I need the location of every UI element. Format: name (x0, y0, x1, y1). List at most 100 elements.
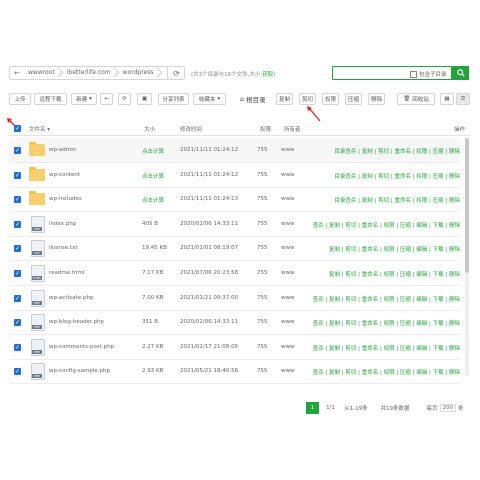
row-actions[interactable]: 目录查杀 | 复制 | 剪切 | 重命名 | 权限 | 压缩 | 删除 (334, 147, 460, 155)
file-mtime: 2021/02/17 21:08:05 (180, 343, 239, 350)
search-button[interactable] (452, 66, 469, 80)
row-checkbox[interactable]: ✓ (14, 196, 21, 204)
table-row[interactable]: ✓ PHP wp-activate.php 7.00 KB 2021/01/21… (9, 286, 460, 311)
row-checkbox[interactable]: ✓ (14, 294, 21, 302)
row-checkbox[interactable]: ✓ (14, 270, 21, 277)
file-name[interactable]: wp-admin (49, 147, 76, 153)
file-name[interactable]: index.php (49, 221, 76, 227)
header-owner: 所有者 (284, 127, 301, 133)
favorites-dropdown-button[interactable]: 收藏夹 ▾ (193, 93, 226, 105)
table-row[interactable]: ✓ TXT license.txt 19.45 KB 2021/01/01 08… (9, 236, 460, 262)
file-mtime: 2021/05/21 18:40:56 (180, 368, 239, 375)
row-actions[interactable]: 查杀 | 复制 | 剪切 | 重命名 | 权限 | 压缩 | 编辑 | 下载 |… (313, 344, 460, 352)
header-mtime[interactable]: 修改时间 (180, 125, 202, 133)
file-mtime: 2021/11/11 01:24:13 (180, 196, 239, 203)
table-row[interactable]: ✓ PHP wp-comments-post.php 2.27 KB 2021/… (9, 335, 460, 360)
file-name[interactable]: wp-config-sample.php (49, 368, 110, 374)
back-icon[interactable]: ← (100, 93, 113, 105)
header-name[interactable]: 文件名 ▾ (29, 125, 50, 133)
file-icon: PHP (31, 338, 45, 356)
directory-summary: (共3个目录与16个文件,大小:获取) (191, 72, 276, 78)
folder-icon (29, 166, 45, 181)
terminal-icon[interactable]: ▣ (137, 93, 152, 105)
file-size[interactable]: 点击计算 (142, 172, 164, 180)
file-size[interactable]: 点击计算 (142, 196, 164, 204)
file-icon: PHP (31, 289, 45, 307)
scrollbar-thumb[interactable] (465, 138, 469, 273)
list-view-icon[interactable]: ☰ (456, 93, 470, 105)
row-actions[interactable]: 复制 | 剪切 | 重命名 | 权限 | 压缩 | 编辑 | 下载 | 删除 (329, 270, 460, 278)
file-perm: 755 (257, 245, 268, 252)
row-checkbox[interactable]: ✓ (14, 220, 21, 228)
checkbox-icon[interactable] (410, 70, 417, 78)
table-row[interactable]: ✓ wp-includes 点击计算 2021/11/11 01:24:13 7… (9, 187, 460, 213)
permission-button[interactable]: 权限 (322, 93, 339, 105)
root-dir-button[interactable]: ⌂ 根目录 (240, 94, 266, 104)
file-name[interactable]: wp-blog-header.php (49, 319, 104, 325)
file-owner: www (281, 294, 295, 301)
row-actions[interactable]: 目录查杀 | 复制 | 剪切 | 重命名 | 权限 | 压缩 | 删除 (334, 196, 460, 204)
delete-button[interactable]: 删除 (368, 93, 385, 105)
upload-button[interactable]: 上传 (9, 93, 31, 105)
page-current[interactable]: 1 (306, 402, 319, 414)
refresh-path-icon[interactable]: ⟳ (167, 66, 185, 80)
share-list-button[interactable]: 分享列表 (158, 93, 189, 105)
file-icon: PHP (31, 215, 45, 233)
get-size-link[interactable]: 获取 (262, 72, 273, 78)
file-owner: www (281, 196, 295, 203)
table-row[interactable]: ✓ PHP wp-config-sample.php 2.93 KB 2021/… (9, 359, 460, 385)
file-name[interactable]: wp-comments-post.php (49, 344, 114, 350)
recycle-bin-button[interactable]: 🗑 回收站 (397, 93, 435, 105)
row-actions[interactable]: 查杀 | 复制 | 剪切 | 重命名 | 权限 | 压缩 | 编辑 | 下载 |… (313, 368, 460, 376)
file-name[interactable]: readme.html (49, 270, 84, 276)
grid-view-icon[interactable]: ▦ (440, 93, 454, 105)
file-mtime: 2021/01/21 09:37:00 (180, 294, 239, 301)
file-icon: PHP (31, 314, 45, 332)
file-name[interactable]: wp-includes (49, 196, 82, 202)
row-checkbox[interactable]: ✓ (14, 147, 21, 154)
row-actions[interactable]: 查杀 | 复制 | 剪切 | 重命名 | 权限 | 压缩 | 编辑 | 下载 |… (313, 295, 460, 303)
copy-button[interactable]: 复制 (276, 93, 293, 105)
file-size[interactable]: 点击计算 (142, 147, 164, 155)
row-checkbox[interactable]: ✓ (14, 319, 21, 327)
file-owner: www (281, 245, 295, 252)
table-row[interactable]: ✓ PHP wp-blog-header.php 351 B 2020/02/0… (9, 310, 460, 336)
row-checkbox[interactable]: ✓ (14, 343, 21, 351)
refresh-icon[interactable]: ⟳ (118, 93, 131, 105)
search-icon (456, 69, 465, 77)
select-all-checkbox[interactable]: ✓ (14, 125, 21, 132)
row-actions[interactable]: 复制 | 剪切 | 重命名 | 权限 | 压缩 | 编辑 | 下载 | 删除 (329, 245, 460, 253)
back-icon[interactable]: ← (10, 67, 24, 79)
row-checkbox[interactable]: ✓ (14, 171, 21, 179)
breadcrumb-wwwroot[interactable]: wwwroot (24, 67, 63, 79)
path-bar[interactable]: ← wwwroot ibetterlife.com wordpress (9, 66, 185, 80)
file-owner: www (281, 147, 295, 153)
compress-button[interactable]: 压缩 (345, 93, 362, 105)
page-of: 1/1 (322, 402, 339, 414)
file-name[interactable]: license.txt (49, 245, 78, 251)
table-row[interactable]: ✓ PHP index.php 405 B 2020/02/06 14:33:1… (9, 212, 460, 237)
file-mtime: 2020/02/06 14:33:11 (180, 220, 239, 227)
file-perm: 755 (257, 319, 268, 326)
row-actions[interactable]: 目录查杀 | 复制 | 剪切 | 重命名 | 权限 | 压缩 | 删除 (334, 172, 460, 180)
include-subdir-toggle[interactable]: 包含子目录 (410, 70, 447, 78)
file-name[interactable]: wp-activate.php (49, 295, 93, 301)
table-row[interactable]: ✓ wp-admin 点击计算 2021/11/11 01:24:12 755 … (9, 138, 460, 163)
table-row[interactable]: ✓ wp-content 点击计算 2021/11/11 01:24:12 75… (9, 163, 460, 188)
row-actions[interactable]: 查杀 | 复制 | 剪切 | 重命名 | 权限 | 压缩 | 编辑 | 下载 |… (313, 319, 460, 327)
header-perm: 权限 (260, 127, 272, 133)
file-perm: 755 (257, 294, 268, 301)
breadcrumb-domain[interactable]: ibetterlife.com (63, 67, 119, 79)
file-name[interactable]: wp-content (49, 172, 80, 178)
folder-icon (29, 142, 45, 156)
per-page-select[interactable]: 每页 200 条 (420, 402, 470, 414)
row-checkbox[interactable]: ✓ (14, 368, 21, 376)
remote-download-button[interactable]: 远程下载 (34, 93, 67, 105)
new-dropdown-button[interactable]: 新建 ▾ (71, 93, 97, 105)
header-size[interactable]: 大小 (144, 125, 155, 133)
row-actions[interactable]: 查杀 | 复制 | 剪切 | 重命名 | 权限 | 压缩 | 编辑 | 下载 |… (313, 221, 460, 229)
table-row[interactable]: ✓ HTML readme.html 7.17 KB 2021/07/06 20… (9, 261, 460, 286)
row-checkbox[interactable]: ✓ (14, 245, 21, 253)
breadcrumb-wordpress[interactable]: wordpress (119, 67, 162, 79)
file-size: 2.27 KB (142, 343, 164, 350)
